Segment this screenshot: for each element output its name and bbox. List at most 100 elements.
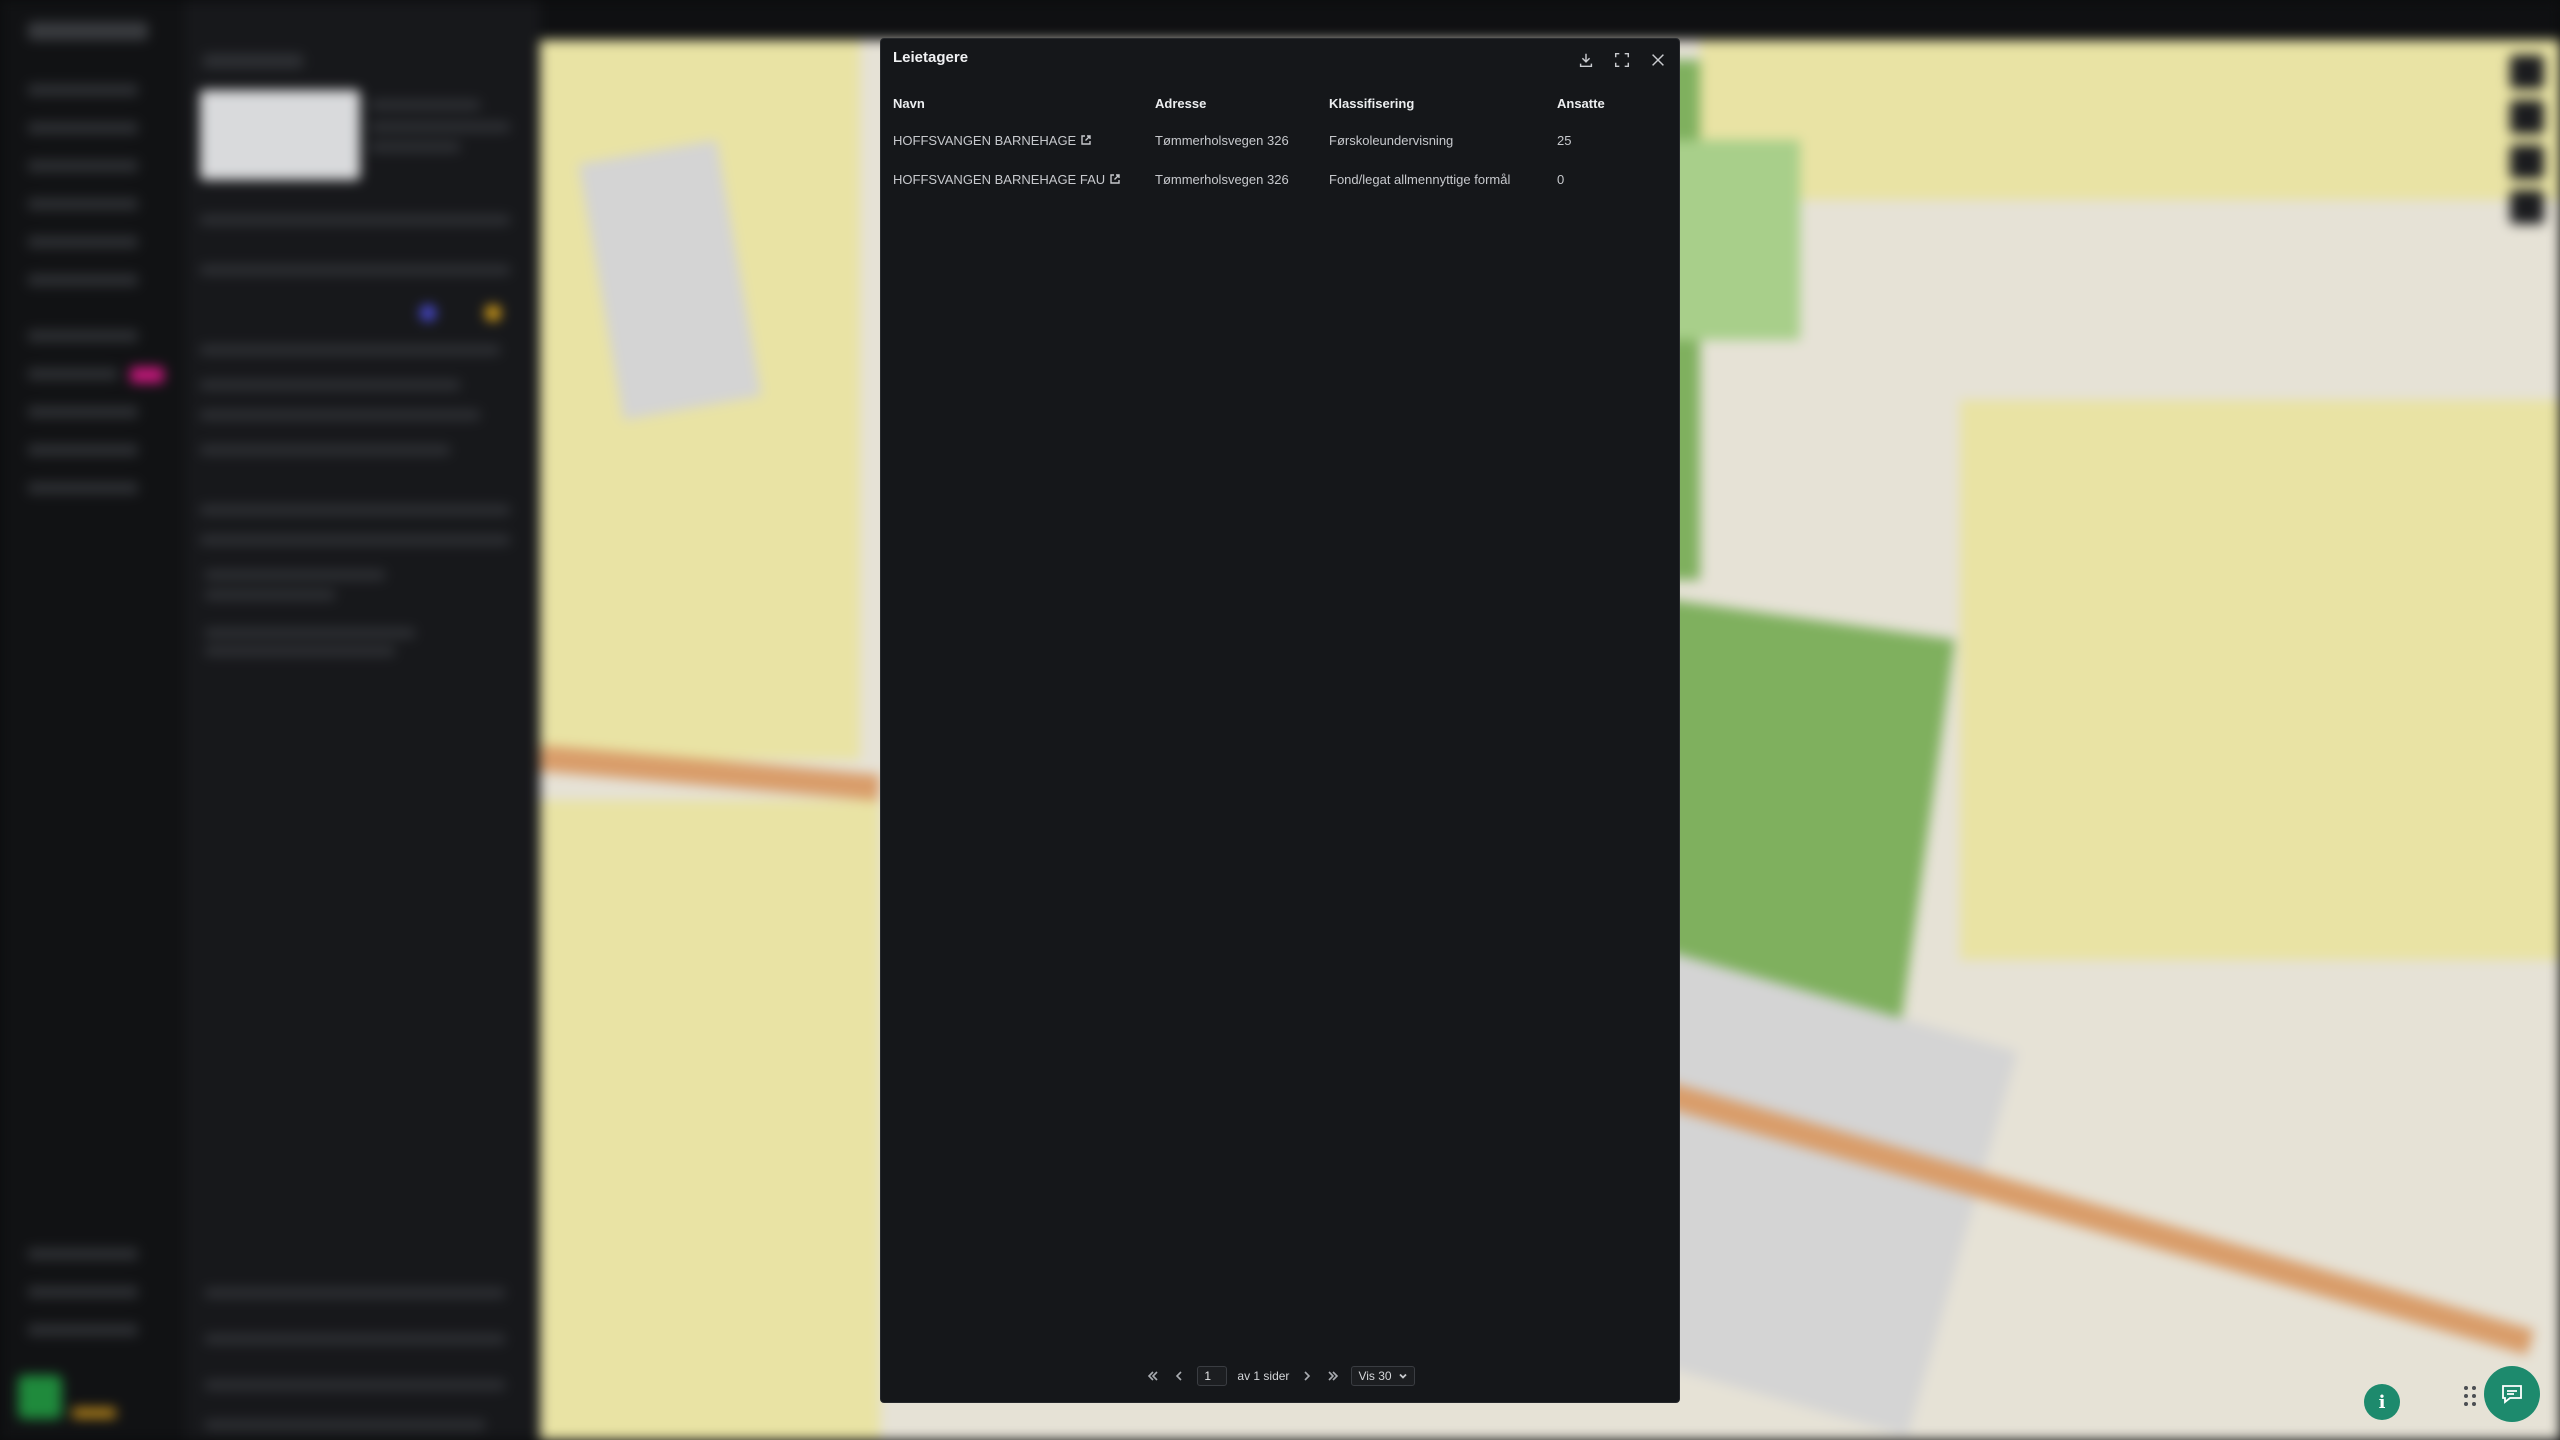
table-header-row: Navn Adresse Klassifisering Ansatte — [881, 85, 1679, 121]
cell-address: Tømmerholsvegen 326 — [1155, 172, 1289, 187]
next-page-button[interactable] — [1299, 1368, 1315, 1384]
tenant-name[interactable]: HOFFSVANGEN BARNEHAGE FAU — [893, 172, 1105, 187]
page-number-input[interactable] — [1197, 1366, 1228, 1386]
column-header-name[interactable]: Navn — [881, 85, 1143, 121]
page-count-text: av 1 sider — [1237, 1369, 1290, 1383]
nav-item — [28, 160, 138, 172]
nav-item — [28, 1324, 138, 1336]
download-button[interactable] — [1573, 47, 1599, 73]
panel-line — [200, 410, 480, 420]
tenants-modal: Leietagere Navn Adresse Klassifisering A… — [880, 38, 1680, 1403]
panel-line — [205, 646, 395, 656]
close-button[interactable] — [1645, 47, 1671, 73]
prev-page-button[interactable] — [1171, 1368, 1187, 1384]
panel-line — [200, 215, 510, 225]
info-icon: i — [2378, 1391, 2386, 1413]
cell-employees: 25 — [1557, 133, 1572, 148]
tenant-name[interactable]: HOFFSVANGEN BARNEHAGE — [893, 133, 1076, 148]
info-button[interactable]: i — [2364, 1384, 2400, 1420]
map-area — [1960, 400, 2560, 960]
avatar — [18, 1375, 62, 1419]
nav-item — [28, 368, 118, 380]
table-row: HOFFSVANGEN BARNEHAGE Tømmerholsvegen 32… — [881, 121, 1679, 160]
cell-name[interactable]: HOFFSVANGEN BARNEHAGE FAU — [881, 160, 1143, 199]
nav-item — [28, 236, 138, 248]
panel-line — [200, 265, 510, 275]
external-link-icon[interactable] — [1080, 134, 1092, 146]
status-badge — [72, 1408, 116, 1418]
chevrons-right-icon — [1328, 1371, 1339, 1381]
download-icon — [1579, 53, 1593, 68]
map-area — [1700, 40, 2560, 200]
column-header-classification[interactable]: Klassifisering — [1317, 85, 1545, 121]
nav-item — [28, 274, 138, 286]
cell-address: Tømmerholsvegen 326 — [1155, 133, 1289, 148]
modal-actions — [1573, 47, 1671, 73]
property-panel — [185, 0, 540, 1440]
sidebar-nav — [0, 0, 185, 1440]
nav-item — [28, 122, 138, 134]
logo — [28, 22, 148, 40]
panel-line — [205, 628, 415, 638]
cell-classification: Fond/legat allmennyttige formål — [1329, 172, 1511, 187]
modal-header: Leietagere — [881, 39, 1679, 79]
panel-line — [205, 1288, 505, 1298]
panel-line — [200, 345, 500, 355]
tenants-table: Navn Adresse Klassifisering Ansatte HOFF… — [881, 85, 1679, 199]
nav-item — [28, 1248, 138, 1260]
panel-line — [200, 445, 450, 455]
pagination: av 1 sider Vis 30 — [881, 1366, 1679, 1386]
cell-employees: 0 — [1557, 172, 1565, 187]
chat-button[interactable] — [2484, 1366, 2540, 1422]
top-bar — [185, 0, 2560, 40]
page-size-label: Vis 30 — [1358, 1369, 1392, 1383]
panel-line — [205, 590, 335, 600]
column-header-employees[interactable]: Ansatte — [1545, 85, 1679, 121]
chevron-right-icon — [1304, 1371, 1311, 1381]
chevron-down-icon — [1398, 1373, 1407, 1379]
cell-classification: Førskoleundervisning — [1329, 133, 1454, 148]
map-control — [2510, 100, 2544, 134]
map-control — [2510, 55, 2544, 89]
nav-item — [28, 444, 138, 456]
panel-line — [200, 535, 510, 545]
property-thumbnail — [200, 90, 360, 180]
table-row: HOFFSVANGEN BARNEHAGE FAU Tømmerholsvege… — [881, 160, 1679, 199]
nav-item — [28, 406, 138, 418]
chevrons-left-icon — [1148, 1371, 1158, 1381]
external-link-icon[interactable] — [1109, 173, 1121, 185]
panel-line — [370, 122, 510, 132]
nav-item — [28, 330, 138, 342]
chat-icon — [2502, 1385, 2522, 1404]
map-control — [2510, 190, 2544, 224]
fullscreen-button[interactable] — [1609, 47, 1635, 73]
column-header-address[interactable]: Adresse — [1143, 85, 1317, 121]
page-size-select[interactable]: Vis 30 — [1351, 1366, 1415, 1386]
panel-line — [205, 1420, 485, 1430]
drag-handle-icon[interactable] — [2464, 1386, 2480, 1406]
cell-name[interactable]: HOFFSVANGEN BARNEHAGE — [881, 121, 1143, 160]
map-area — [540, 800, 880, 1440]
panel-line — [200, 505, 510, 515]
nav-item — [28, 84, 138, 96]
panel-line — [205, 1334, 505, 1344]
map-control — [2510, 145, 2544, 179]
close-icon — [1652, 54, 1664, 66]
panel-dot — [485, 305, 501, 321]
first-page-button[interactable] — [1145, 1368, 1161, 1384]
panel-line — [205, 570, 385, 580]
nav-item — [28, 482, 138, 494]
panel-line — [370, 142, 460, 152]
nav-item — [28, 1286, 138, 1298]
last-page-button[interactable] — [1325, 1368, 1341, 1384]
panel-line — [200, 380, 460, 390]
nav-badge — [130, 367, 164, 383]
panel-dot — [420, 305, 436, 321]
nav-item — [28, 198, 138, 210]
modal-title: Leietagere — [893, 49, 969, 66]
chevron-left-icon — [1176, 1371, 1182, 1381]
panel-title — [203, 54, 303, 68]
panel-line — [205, 1380, 505, 1390]
panel-line — [370, 100, 480, 110]
fullscreen-icon — [1614, 52, 1630, 68]
